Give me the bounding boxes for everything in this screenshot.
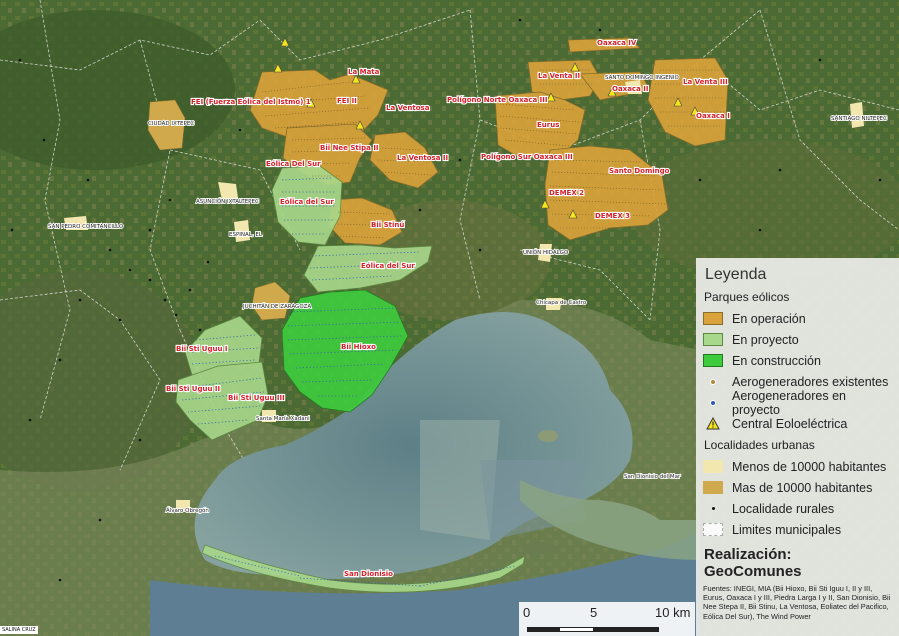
legend-item-limites: Limites municipales (703, 519, 893, 540)
legend-label: Aerogeneradores en proyecto (732, 388, 846, 417)
legend-item-operacion: En operación (703, 308, 893, 329)
legend-item-construccion: En construcción (703, 350, 893, 371)
park-label: Bii Sti Uguu II (166, 385, 220, 393)
park-label: Polígono Norte Oaxaca III (447, 96, 547, 104)
park-label: FEI II (337, 97, 357, 105)
town-label: ESPINAL, EL (229, 232, 263, 238)
park-label: La Venta II (538, 72, 580, 80)
legend-label: Limites municipales (732, 522, 842, 537)
town-label: SAN PEDRO COMITANCILLO (48, 224, 124, 230)
legend-label: En construcción (732, 353, 821, 368)
scale-tick-5: 5 (590, 605, 598, 620)
park-label: Bii Nee Stipa II (320, 144, 379, 152)
legend-label: Mas de 10000 habitantes (732, 480, 873, 495)
legend-label: Localidade rurales (732, 501, 835, 516)
park-label: Bii Sti Uguu I (176, 345, 228, 353)
swatch-proyecto (703, 333, 723, 346)
town-label: JUCHITÁN DE ZARAGOZA (242, 303, 311, 310)
legend-item-mas-10000: Mas de 10000 habitantes (703, 477, 893, 498)
park-label: La Ventosa II (397, 154, 448, 162)
legend-label: Central Eoloeléctrica (732, 416, 848, 431)
town-label: Santa María Xadani (256, 415, 310, 422)
credit: Realización: GeoComunes (704, 546, 802, 580)
rural-dot-icon (703, 502, 723, 515)
scale-tick-10: 10 km (655, 605, 691, 620)
park-label: Eólica del Sur (361, 262, 415, 270)
park-label: Eurus (537, 121, 559, 129)
legend-label: En proyecto (732, 332, 799, 347)
warning-triangle-icon (703, 417, 723, 430)
park-label: Bii Hioxo (341, 343, 376, 351)
town-label: ASUNCIÓN IXTALTEPEC (196, 198, 259, 205)
swatch-operacion (703, 312, 723, 325)
scale-segment (527, 627, 560, 632)
park-label: Eólica Del Sur (266, 160, 321, 168)
town-label: San Dionisio del Mar (624, 474, 681, 480)
turbine-dot-icon (703, 375, 723, 388)
legend-item-proyecto: En proyecto (703, 329, 893, 350)
legend-section-parks: Parques eólicos (704, 290, 790, 304)
town-label: UNIÓN HIDALGO (523, 249, 569, 256)
park-label: DEMEX 3 (595, 212, 630, 220)
park-label: Oaxaca I (696, 112, 730, 120)
swatch-boundary (703, 523, 723, 536)
legend-item-aerogeneradores-proyecto: Aerogeneradores en proyecto (703, 389, 893, 417)
swatch-small-town (703, 460, 723, 473)
park-label: Santo Domingo (609, 167, 670, 175)
town-label: CIUDAD IXTEPEC (148, 121, 194, 127)
legend-label: En operación (732, 311, 806, 326)
corner-place-label: SALINA CRUZ (0, 626, 38, 634)
park-label: Bii Sti Uguu III (228, 394, 285, 402)
town-label: Álvaro Obregón (166, 507, 209, 514)
legend-section-urban: Localidades urbanas (704, 438, 815, 452)
park-label: DEMEX 2 (549, 189, 584, 197)
park-label: Eólica del Sur (280, 198, 334, 206)
scale-segment (593, 627, 659, 632)
legend-title: Leyenda (705, 266, 767, 283)
scale-segment (560, 627, 593, 632)
legend-panel: Leyenda Parques eólicos En operación En … (696, 258, 899, 636)
scale-bar: 0 5 10 km (519, 602, 695, 636)
scale-tick-0: 0 (523, 605, 531, 620)
park-label: FEI (Fuerza Eólica del Istmo) 1 (191, 98, 311, 106)
legend-label: Aerogeneradores existentes (732, 374, 889, 389)
park-label: La Mata (348, 68, 380, 76)
turbine-dot-icon (703, 396, 723, 409)
sources: Fuentes: INEGI, MIA (Bii Hioxo, Bii Sti … (703, 584, 891, 621)
park-label: Bii Stinú (371, 221, 404, 229)
town-label: SANTIAGO NILTEPEC (831, 116, 887, 122)
swatch-large-town (703, 481, 723, 494)
park-label: Oaxaca II (612, 85, 648, 93)
swatch-construccion (703, 354, 723, 367)
park-label: Oaxaca IV (597, 39, 637, 47)
legend-item-menos-10000: Menos de 10000 habitantes (703, 456, 893, 477)
park-label: Polígono Sur Oaxaca III (481, 153, 573, 161)
town-label: SANTO DOMINGO INGENIO (605, 75, 680, 81)
park-label: La Ventosa (386, 104, 430, 112)
legend-item-rurales: Localidade rurales (703, 498, 893, 519)
town-label: Chicapa de Castro (536, 300, 587, 306)
park-label: San Dionisio (344, 570, 393, 578)
park-label: La Venta III (683, 78, 728, 86)
legend-label: Menos de 10000 habitantes (732, 459, 887, 474)
